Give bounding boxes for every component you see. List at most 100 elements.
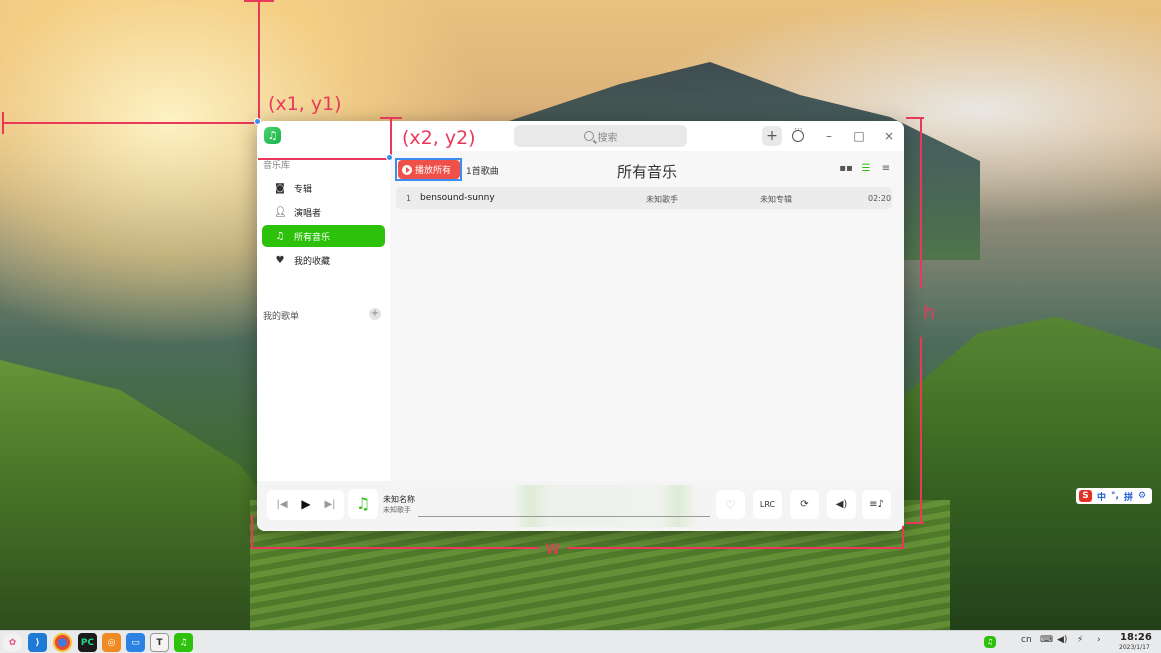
volume-icon[interactable]: ◀): [827, 490, 856, 519]
search-app-icon[interactable]: ◎: [102, 633, 121, 652]
progress-bar[interactable]: [418, 516, 710, 517]
annotation-selection-box-bottom: [395, 179, 462, 181]
more-icon: [792, 125, 804, 142]
player-bar: |◀ ▶ ▶| ♫ 未知名称 未知歌手 ♡ LRC ⟳ ◀) ≡♪: [257, 481, 904, 531]
annotation-y2-horizontal: [258, 158, 391, 160]
music-app-window: ♫ 搜索 + – □ × 音乐库 ◙ 专辑 👤︎ 演唱者 ♫ 所有音乐 ♥ 我的…: [257, 121, 904, 531]
playlists-header-label: 我的歌单: [263, 312, 300, 322]
minimize-button[interactable]: –: [819, 126, 839, 146]
sidebar-item-label: 所有音乐: [294, 232, 331, 243]
annotation-label-x2y2: (x2, y2): [402, 127, 476, 149]
next-track-icon[interactable]: ▶|: [318, 491, 342, 517]
ime-pinyin[interactable]: 拼: [1124, 490, 1133, 503]
list-view-icon[interactable]: ☰: [859, 163, 873, 177]
title-bar: ♫ 搜索 + – □ ×: [257, 121, 904, 151]
playlist-queue-icon[interactable]: ≡♪: [862, 490, 891, 519]
album-cover-icon[interactable]: ♫: [348, 489, 378, 519]
sidebar-item-favorites[interactable]: ♥ 我的收藏: [262, 249, 385, 271]
sort-icon[interactable]: ≡: [879, 163, 893, 177]
track-duration: 02:20: [868, 194, 892, 203]
main-menu-button[interactable]: [788, 125, 808, 146]
sidebar-item-label: 我的收藏: [294, 256, 331, 267]
favorite-heart-icon[interactable]: ♡: [716, 490, 745, 519]
ime-punct[interactable]: °,: [1111, 491, 1119, 501]
search-icon: [583, 131, 594, 141]
lyrics-button[interactable]: LRC: [753, 490, 782, 519]
maximize-button[interactable]: □: [849, 126, 869, 146]
sidebar-item-label: 专辑: [294, 184, 313, 195]
sidebar-item-label: 演唱者: [294, 208, 322, 219]
expand-tray-icon[interactable]: ›: [1097, 635, 1101, 645]
main-content: 播放所有 1首歌曲 所有音乐 ▪▪ ☰ ≡ 1 bensound-sunny 未…: [390, 151, 904, 481]
search-input[interactable]: 搜索: [514, 125, 687, 147]
add-playlist-button[interactable]: +: [369, 308, 381, 320]
keyboard-icon[interactable]: ⌨: [1040, 635, 1053, 645]
annotation-w-right-tick: [902, 526, 904, 548]
sidebar-item-albums[interactable]: ◙ 专辑: [262, 177, 385, 199]
sidebar: 音乐库 ◙ 专辑 👤︎ 演唱者 ♫ 所有音乐 ♥ 我的收藏 我的歌单 +: [257, 151, 390, 531]
ime-settings-icon[interactable]: ⚙: [1138, 491, 1146, 501]
music-app-logo-icon: ♫: [264, 127, 281, 144]
annotation-x2-vertical: [390, 118, 392, 158]
app-store-icon[interactable]: ▭: [126, 633, 145, 652]
repeat-icon[interactable]: ⟳: [790, 490, 819, 519]
sogou-logo-icon: S: [1079, 490, 1092, 502]
artist-icon: 👤︎: [274, 206, 287, 218]
annotation-h-line-lower: [920, 337, 922, 524]
music-taskbar-icon[interactable]: ♫: [174, 633, 193, 652]
add-button[interactable]: +: [762, 126, 782, 146]
close-button[interactable]: ×: [879, 126, 899, 146]
chrome-icon[interactable]: [53, 633, 72, 652]
text-editor-icon[interactable]: T: [150, 633, 169, 652]
album-icon: ◙: [275, 182, 285, 194]
track-album: 未知专辑: [760, 195, 792, 204]
annotation-label-h: h: [923, 302, 936, 324]
annotation-point-1: [254, 118, 261, 125]
ime-toolbar[interactable]: S 中 °, 拼 ⚙: [1076, 488, 1152, 504]
clock-time[interactable]: 18:26: [1120, 632, 1152, 643]
volume-tray-icon[interactable]: ◀): [1057, 635, 1067, 645]
page-title: 所有音乐: [616, 163, 677, 181]
launcher-icon[interactable]: ✿: [3, 633, 22, 652]
annotation-x2-tick-top: [380, 117, 402, 119]
previous-track-icon[interactable]: |◀: [270, 491, 294, 517]
annotation-selection-box: [395, 158, 461, 160]
track-title: bensound-sunny: [420, 193, 495, 203]
waveform: [512, 485, 697, 527]
search-placeholder: 搜索: [597, 132, 618, 144]
music-note-icon: ♫: [275, 230, 285, 242]
annotation-x1-vertical-top: [258, 0, 260, 122]
annotation-point-2: [386, 154, 393, 161]
annotation-y1-tick-left: [2, 112, 4, 134]
annotation-h-bottom-tick: [906, 522, 924, 524]
annotation-w-left-tick: [251, 515, 253, 547]
annotation-x1-tick-top: [244, 0, 274, 2]
sidebar-item-artists[interactable]: 👤︎ 演唱者: [262, 201, 385, 223]
heart-icon: ♥: [275, 254, 285, 266]
tray-lang[interactable]: cn: [1021, 635, 1032, 645]
sidebar-item-all-music[interactable]: ♫ 所有音乐: [262, 225, 385, 247]
table-row[interactable]: 1 bensound-sunny 未知歌手 未知专辑 02:20: [396, 187, 892, 209]
annotation-w-line-left: [251, 547, 539, 549]
annotation-w-line-right: [567, 547, 904, 549]
annotation-label-x1y1: (x1, y1): [268, 93, 342, 115]
pycharm-icon[interactable]: PC: [78, 633, 97, 652]
clock-date[interactable]: 2023/1/17: [1119, 644, 1150, 651]
network-icon[interactable]: ⚡: [1077, 635, 1083, 645]
annotation-label-w: w: [545, 537, 561, 559]
now-playing-title: 未知名称: [383, 495, 415, 504]
play-icon[interactable]: ▶: [294, 491, 318, 517]
track-index: 1: [406, 194, 412, 203]
vscode-icon[interactable]: ⟩: [28, 633, 47, 652]
tray-music-icon[interactable]: ♫: [984, 636, 996, 648]
track-artist: 未知歌手: [646, 195, 678, 204]
annotation-y1-horizontal: [2, 122, 258, 124]
annotation-selection-box-left: [395, 158, 397, 181]
annotation-selection-box-right: [460, 158, 462, 181]
grid-view-icon[interactable]: ▪▪: [839, 163, 853, 177]
annotation-h-line-upper: [920, 118, 922, 288]
taskbar: ✿ ⟩ PC ◎ ▭ T ♫ ♫ cn ⌨ ◀) ⚡ › 18:26 2023/…: [0, 630, 1161, 653]
ime-lang[interactable]: 中: [1097, 490, 1106, 503]
now-playing-artist: 未知歌手: [383, 506, 411, 514]
playlists-header: 我的歌单 +: [263, 308, 381, 322]
